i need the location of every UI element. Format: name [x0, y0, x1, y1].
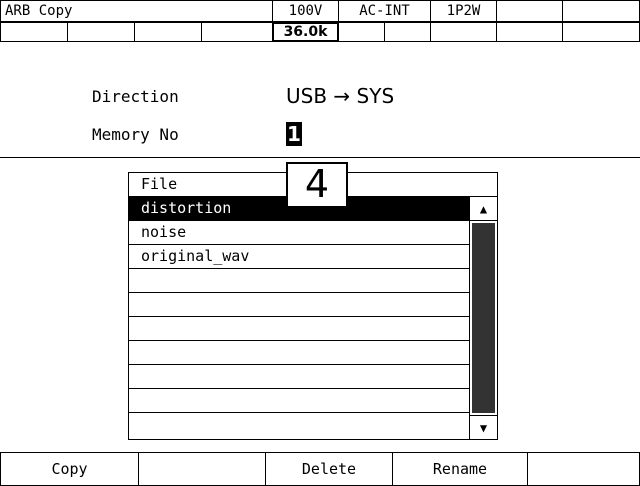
- screen-title: ARB Copy: [0, 0, 273, 22]
- softkey-5[interactable]: [527, 452, 640, 486]
- file-list-scrollbar[interactable]: ▲ ▼: [469, 197, 497, 439]
- source-mode-indicator: AC-INT: [338, 0, 431, 22]
- memory-no-label: Memory No: [92, 125, 179, 144]
- status-cell: [496, 22, 563, 42]
- scroll-up-arrow-icon[interactable]: ▲: [470, 197, 497, 221]
- file-item[interactable]: [129, 317, 469, 341]
- status-value: 36.0k: [272, 22, 339, 42]
- file-item[interactable]: [129, 269, 469, 293]
- file-item[interactable]: [129, 341, 469, 365]
- status-cell: [67, 22, 135, 42]
- softkey-2[interactable]: [138, 452, 266, 486]
- file-item[interactable]: [129, 365, 469, 389]
- file-item[interactable]: noise: [129, 221, 469, 245]
- status-cell: [201, 22, 273, 42]
- status-cell: [0, 22, 68, 42]
- direction-value[interactable]: USB → SYS: [286, 84, 394, 108]
- softkey-delete[interactable]: Delete: [265, 452, 393, 486]
- header-empty-cell: [496, 0, 563, 22]
- section-divider: [0, 157, 640, 158]
- file-list-rows: distortion noise original_wav: [129, 197, 469, 439]
- scroll-thumb[interactable]: [472, 223, 495, 413]
- file-item[interactable]: [129, 389, 469, 413]
- wiring-indicator: 1P2W: [430, 0, 497, 22]
- status-cell: [338, 22, 385, 42]
- status-cell: [562, 22, 640, 42]
- memory-no-value[interactable]: 1: [286, 122, 302, 146]
- file-item[interactable]: [129, 293, 469, 317]
- softkey-copy[interactable]: Copy: [0, 452, 139, 486]
- header-empty-cell: [562, 0, 640, 22]
- file-list: File distortion noise original_wav ▲ ▼: [128, 172, 498, 440]
- direction-label: Direction: [92, 87, 179, 106]
- status-cell: [430, 22, 497, 42]
- memory-no-popup[interactable]: 4: [286, 162, 348, 208]
- softkey-rename[interactable]: Rename: [392, 452, 528, 486]
- file-item[interactable]: original_wav: [129, 245, 469, 269]
- voltage-range-indicator: 100V: [272, 0, 339, 22]
- status-cell: [384, 22, 431, 42]
- scroll-down-arrow-icon[interactable]: ▼: [470, 415, 497, 439]
- status-cell: [134, 22, 202, 42]
